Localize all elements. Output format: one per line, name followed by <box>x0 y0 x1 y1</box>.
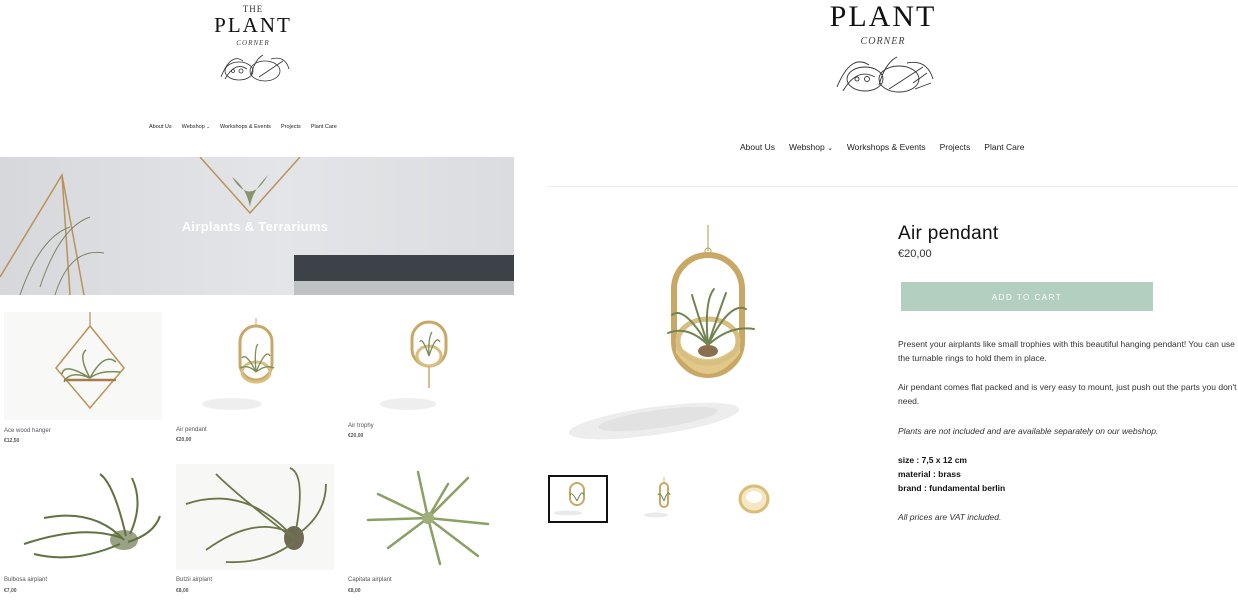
product-description: Present your airplants like small trophi… <box>898 339 1235 363</box>
main-nav: About Us Webshop ⌄ Workshops & Events Pr… <box>149 124 337 130</box>
butzii-image <box>176 464 334 570</box>
product-thumbnail[interactable] <box>726 475 786 523</box>
logo-corner: CORNER <box>236 39 270 47</box>
spec-brand: brand : fundamental berlin <box>898 483 1006 493</box>
capitata-image <box>348 464 506 570</box>
thumb-pendant-side-image <box>644 477 671 518</box>
nav-workshops[interactable]: Workshops & Events <box>847 142 926 152</box>
collection-page: THE PLANT CORNER About Us Webshop ⌄ Work… <box>0 0 514 601</box>
product-image[interactable] <box>176 312 334 420</box>
thumb-pendant-image <box>554 482 585 516</box>
logo-leaves-icon <box>836 56 934 93</box>
main-nav: About Us Webshop ⌄ Workshops & Events Pr… <box>740 142 1024 152</box>
product-price: €8,00 <box>176 588 189 594</box>
site-logo[interactable]: PLANT CORNER <box>818 0 948 99</box>
nav-plant-care[interactable]: Plant Care <box>311 124 337 130</box>
nav-webshop[interactable]: Webshop ⌄ <box>789 142 833 152</box>
nav-webshop-label: Webshop <box>788 142 825 152</box>
logo-word: PLANT <box>214 13 292 37</box>
product-price: €7,00 <box>4 588 17 594</box>
product-price: €8,00 <box>348 588 361 594</box>
header-divider <box>548 186 1238 187</box>
availability-note: Plants are not included and are availabl… <box>898 426 1159 436</box>
product-description-2: Air pendant comes flat packed and is ver… <box>898 382 1237 406</box>
product-name[interactable]: Air trophy <box>348 423 374 429</box>
product-title: Air pendant <box>898 223 999 244</box>
pendant-image <box>176 312 334 420</box>
chevron-down-icon: ⌄ <box>827 145 833 152</box>
collection-hero: Airplants & Terrariums <box>0 157 514 295</box>
product-price: €20,00 <box>348 433 364 439</box>
nav-about[interactable]: About Us <box>149 124 172 130</box>
product-price: €20,00 <box>176 437 192 443</box>
product-name[interactable]: Capitata airplant <box>348 577 392 583</box>
hanger-image <box>4 312 162 420</box>
product-image[interactable] <box>348 312 506 420</box>
product-name[interactable]: Ace wood hanger <box>4 428 51 434</box>
product-image[interactable] <box>4 312 162 420</box>
add-to-cart-button[interactable]: ADD TO CART <box>901 282 1153 311</box>
thumb-ring-image <box>738 484 770 514</box>
product-price: €20,00 <box>898 248 932 260</box>
nav-webshop-label: Webshop <box>181 124 205 130</box>
collection-title: Airplants & Terrariums <box>181 219 329 234</box>
nav-webshop[interactable]: Webshop ⌄ <box>182 124 210 130</box>
product-thumbnail-selected[interactable] <box>548 475 608 523</box>
product-image[interactable] <box>348 464 506 570</box>
product-page: PLANT CORNER About Us Webshop ⌄ Workshop… <box>548 0 1238 601</box>
nav-workshops[interactable]: Workshops & Events <box>220 124 271 130</box>
product-thumbnail[interactable] <box>636 475 696 523</box>
logo-corner: CORNER <box>860 36 906 47</box>
nav-projects[interactable]: Projects <box>281 124 301 130</box>
product-price: €12,50 <box>4 438 20 444</box>
logo-word: PLANT <box>829 0 937 29</box>
trophy-image <box>348 312 506 420</box>
nav-about[interactable]: About Us <box>740 142 775 152</box>
nav-projects[interactable]: Projects <box>940 142 971 152</box>
product-name[interactable]: Bulbosa airplant <box>4 577 47 583</box>
product-name[interactable]: Butzii airplant <box>176 577 212 583</box>
bulbosa-image <box>4 464 162 570</box>
spec-size: size : 7,5 x 12 cm <box>898 455 967 465</box>
chevron-down-icon: ⌄ <box>206 124 210 129</box>
logo-leaves-icon <box>220 54 290 82</box>
product-main-image[interactable] <box>554 225 774 465</box>
vat-note: All prices are VAT included. <box>898 512 1002 522</box>
product-image[interactable] <box>4 464 162 570</box>
site-logo[interactable]: THE PLANT CORNER <box>203 4 303 87</box>
product-name[interactable]: Air pendant <box>176 427 207 433</box>
spec-material: material : brass <box>898 469 961 479</box>
product-image[interactable] <box>176 464 334 570</box>
nav-plant-care[interactable]: Plant Care <box>984 142 1024 152</box>
